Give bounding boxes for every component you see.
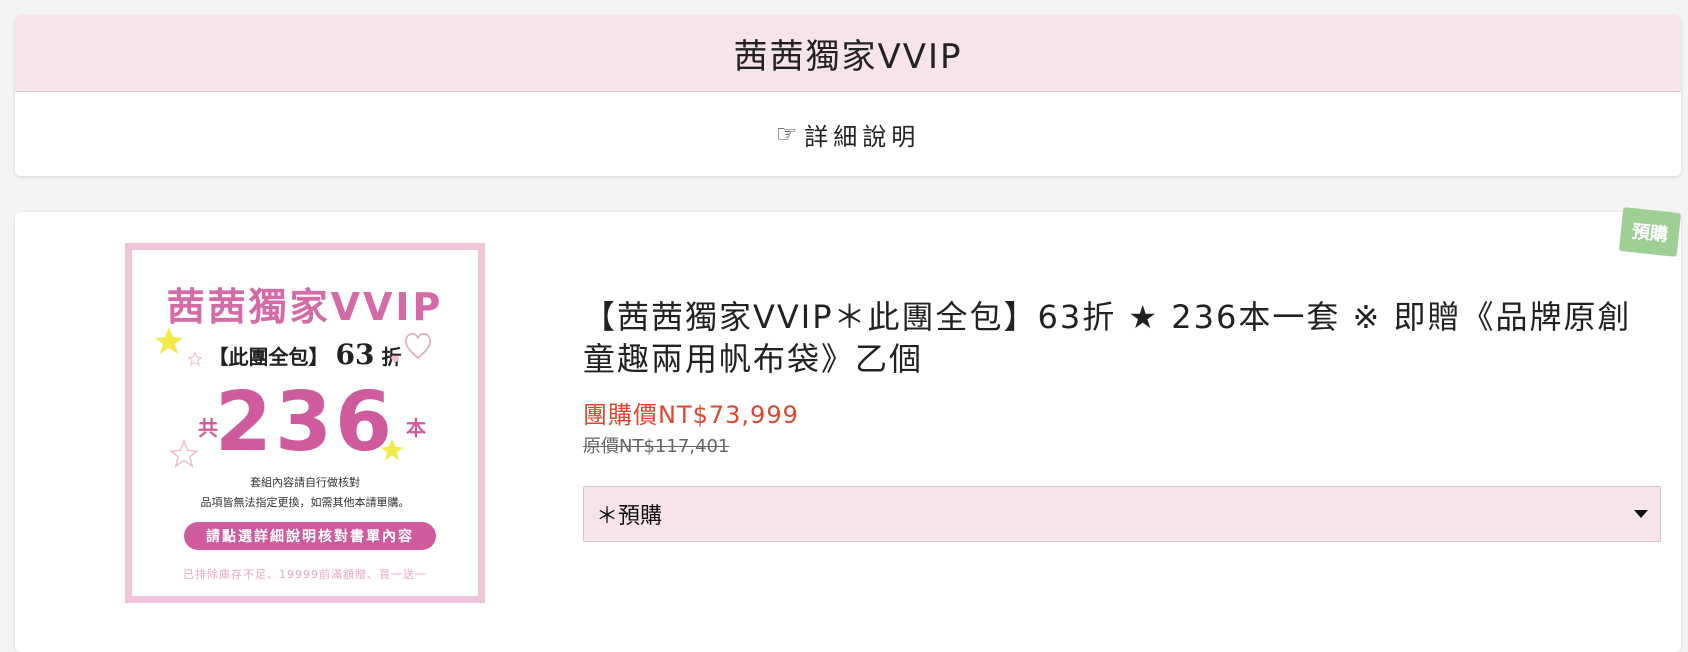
image-ben: 本 — [406, 416, 426, 440]
detail-label: 詳細說明 — [804, 122, 921, 151]
image-check-button: 請點選詳細說明核對書單內容 — [184, 522, 436, 550]
option-select[interactable]: ＊預購 — [583, 486, 1661, 542]
header-card: 茜茜獨家VVIP ☞ 詳細說明 — [15, 15, 1681, 176]
product-title: 【茜茜獨家VVIP＊此團全包】63折 ★ 236本一套 ※ 即贈《品牌原創童趣兩… — [583, 298, 1632, 378]
option-selected-value: ＊預購 — [596, 504, 663, 529]
product-card: 預購 茜茜獨家VVIP 【此團全包】 63 折 共 236 本 套組內容請自行做… — [15, 207, 1682, 652]
star-outline-icon — [188, 352, 202, 366]
pointing-hand-icon: ☞ — [775, 120, 803, 148]
star-icon — [380, 438, 404, 461]
heart-icon — [405, 333, 431, 359]
page-title: 茜茜獨家VVIP — [15, 15, 1681, 92]
heart-icon — [391, 355, 399, 364]
group-price: 團購價NT$73,999 — [583, 401, 799, 429]
star-outline-icon — [170, 440, 198, 468]
image-note-2: 品項皆無法指定更換，如需其他本請單購。 — [200, 496, 410, 509]
product-image[interactable]: 茜茜獨家VVIP 【此團全包】 63 折 共 236 本 套組內容請自行做核對 … — [125, 243, 485, 603]
image-footer: 已排除庫存不足、19999前滿額贈、買一送一 — [183, 568, 427, 581]
chevron-down-icon — [1634, 510, 1648, 518]
product-image-inner: 茜茜獨家VVIP 【此團全包】 63 折 共 236 本 套組內容請自行做核對 … — [132, 250, 478, 596]
preorder-badge: 預購 — [1618, 207, 1682, 257]
star-icon — [155, 327, 183, 354]
original-price: 原價NT$117,401 — [583, 436, 730, 457]
image-title: 茜茜獨家VVIP — [166, 285, 444, 329]
image-sub-discount: 63 — [335, 338, 375, 371]
image-sub-bracket: 【此團全包】 — [208, 345, 329, 369]
detail-button[interactable]: ☞ 詳細說明 — [15, 92, 1681, 176]
image-note-1: 套組內容請自行做核對 — [250, 476, 360, 489]
